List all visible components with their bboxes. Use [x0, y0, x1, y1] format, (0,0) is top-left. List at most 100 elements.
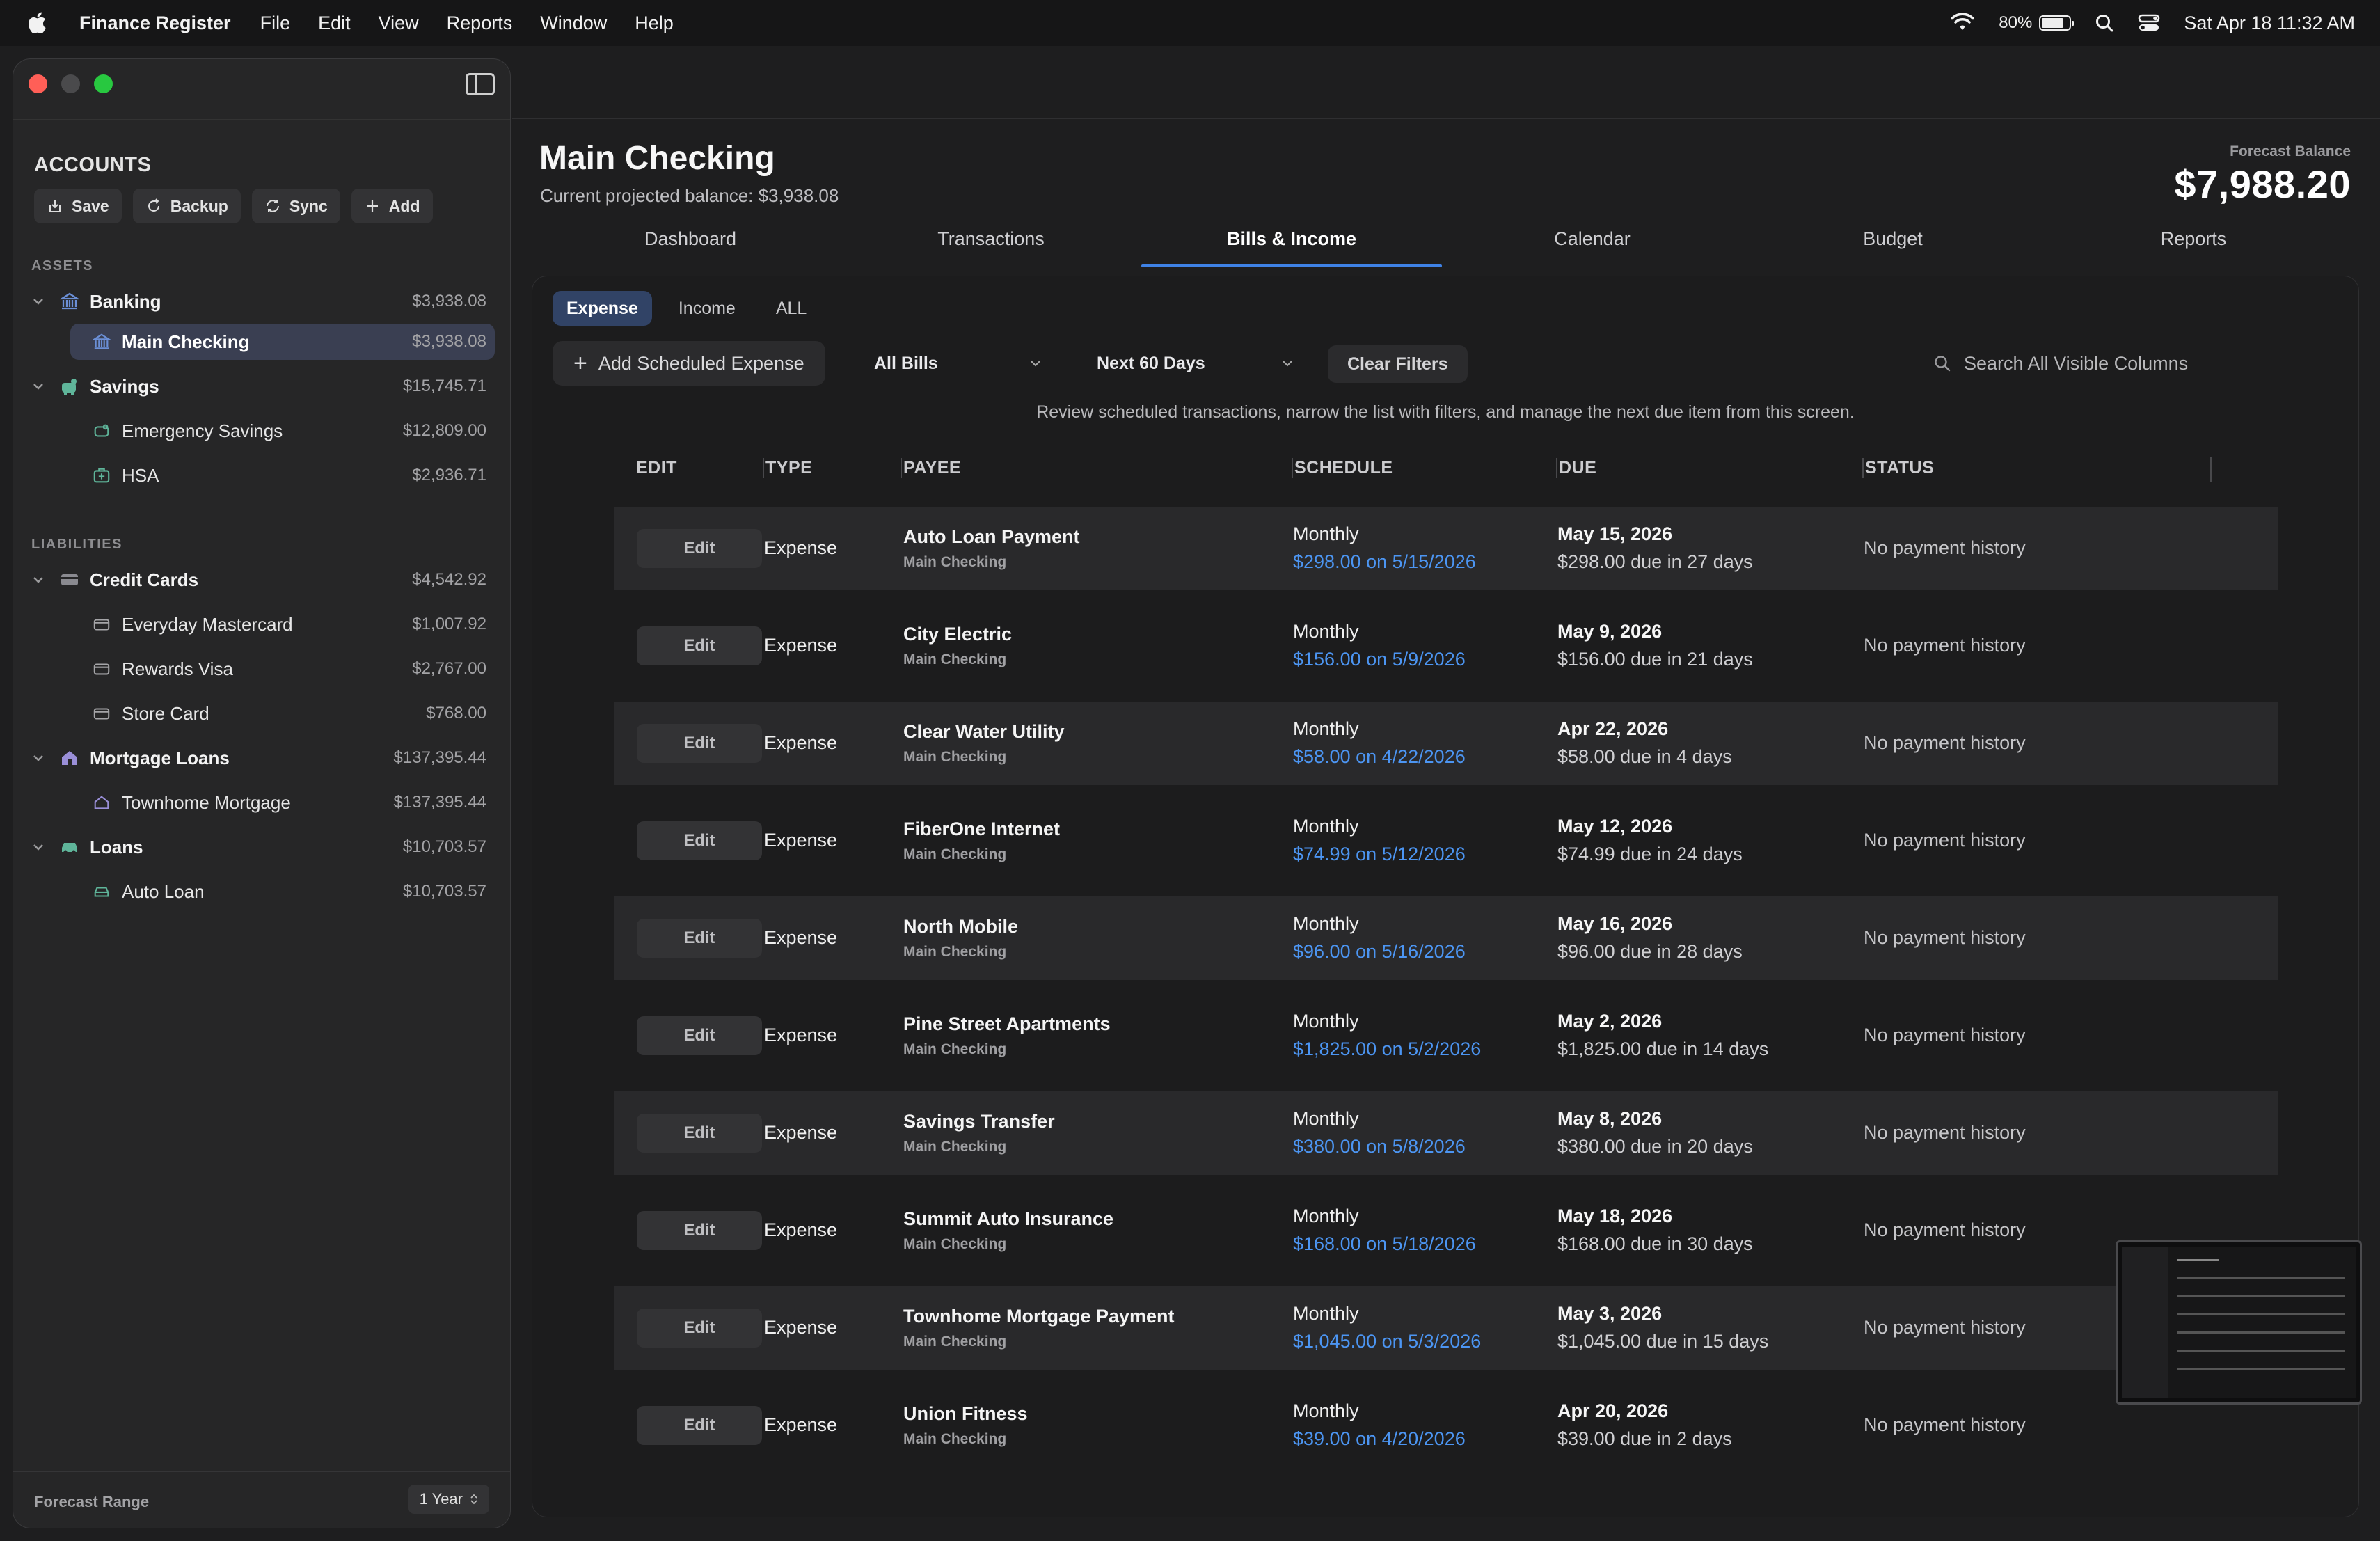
close-window-button[interactable]: [29, 74, 47, 93]
row-type: Expense: [764, 1122, 838, 1143]
edit-button[interactable]: Edit: [637, 1309, 762, 1348]
table-row[interactable]: Edit Expense North Mobile Main Checking …: [614, 896, 2278, 980]
bills-filter-select[interactable]: All Bills: [874, 341, 1041, 386]
column-header-payee[interactable]: PAYEE: [901, 458, 961, 478]
column-header-type[interactable]: TYPE: [763, 458, 812, 478]
edit-button[interactable]: Edit: [637, 1406, 762, 1445]
forecast-range-select[interactable]: 1 Year: [408, 1485, 489, 1514]
row-schedule-amount[interactable]: $298.00 on 5/15/2026: [1293, 551, 1476, 573]
row-schedule-amount[interactable]: $58.00 on 4/22/2026: [1293, 746, 1466, 768]
table-row[interactable]: Edit Expense Union Fitness Main Checking…: [614, 1384, 2278, 1467]
account-group-banking[interactable]: Banking $3,938.08: [31, 283, 495, 319]
tab-reports[interactable]: Reports: [2043, 221, 2344, 269]
thumbnail-line: [2177, 1350, 2345, 1352]
tab-transactions[interactable]: Transactions: [841, 221, 1141, 269]
edit-button[interactable]: Edit: [637, 1114, 762, 1153]
row-schedule-amount[interactable]: $96.00 on 5/16/2026: [1293, 941, 1466, 963]
menu-view[interactable]: View: [379, 13, 419, 34]
table-row[interactable]: Edit Expense FiberOne Internet Main Chec…: [614, 799, 2278, 883]
main-tabs: Dashboard Transactions Bills & Income Ca…: [540, 221, 2349, 269]
screenshot-thumbnail[interactable]: [2116, 1240, 2362, 1405]
sidebar-toggle-icon[interactable]: [466, 73, 495, 95]
clear-filters-button[interactable]: Clear Filters: [1328, 345, 1468, 383]
account-group-savings[interactable]: Savings $15,745.71: [31, 368, 495, 404]
column-header-edit[interactable]: EDIT: [636, 458, 677, 478]
tab-budget[interactable]: Budget: [1743, 221, 2043, 269]
minimize-window-button[interactable]: [61, 74, 80, 93]
menubar-clock[interactable]: Sat Apr 18 11:32 AM: [2184, 13, 2355, 34]
table-row[interactable]: Edit Expense Townhome Mortgage Payment M…: [614, 1286, 2278, 1370]
edit-button[interactable]: Edit: [637, 919, 762, 958]
account-group-name: Mortgage Loans: [90, 747, 230, 768]
account-rewards-visa[interactable]: Rewards Visa $2,767.00: [70, 651, 495, 687]
column-resize-handle[interactable]: [2210, 457, 2212, 482]
account-townhome-mortgage[interactable]: Townhome Mortgage $137,395.44: [70, 784, 495, 821]
chevron-down-icon[interactable]: [31, 750, 47, 766]
chevron-down-icon[interactable]: [31, 572, 47, 587]
menu-edit[interactable]: Edit: [318, 13, 351, 34]
edit-button[interactable]: Edit: [637, 724, 762, 763]
menu-reports[interactable]: Reports: [447, 13, 513, 34]
table-row[interactable]: Edit Expense Savings Transfer Main Check…: [614, 1091, 2278, 1175]
save-button[interactable]: Save: [34, 189, 122, 223]
chevron-down-icon[interactable]: [31, 294, 47, 309]
zoom-window-button[interactable]: [94, 74, 113, 93]
row-schedule-amount[interactable]: $74.99 on 5/12/2026: [1293, 844, 1466, 865]
plus-icon: +: [573, 349, 587, 377]
column-header-status[interactable]: STATUS: [1862, 458, 1934, 478]
control-center-icon[interactable]: [2138, 14, 2160, 32]
menu-help[interactable]: Help: [635, 13, 674, 34]
search-icon[interactable]: [2095, 13, 2114, 33]
account-name: Emergency Savings: [122, 420, 283, 441]
table-row[interactable]: Edit Expense Auto Loan Payment Main Chec…: [614, 507, 2278, 590]
add-scheduled-expense-button[interactable]: + Add Scheduled Expense: [553, 341, 825, 386]
sync-button[interactable]: Sync: [251, 189, 340, 223]
account-auto-loan[interactable]: Auto Loan $10,703.57: [70, 874, 495, 910]
column-header-schedule[interactable]: SCHEDULE: [1292, 458, 1393, 478]
account-group-credit-cards[interactable]: Credit Cards $4,542.92: [31, 562, 495, 598]
account-group-loans[interactable]: Loans $10,703.57: [31, 829, 495, 865]
chevron-down-icon[interactable]: [31, 379, 47, 394]
account-emergency-savings[interactable]: Emergency Savings $12,809.00: [70, 413, 495, 449]
account-hsa[interactable]: HSA $2,936.71: [70, 457, 495, 493]
date-range-select[interactable]: Next 60 Days: [1097, 341, 1293, 386]
account-group-mortgage-loans[interactable]: Mortgage Loans $137,395.44: [31, 740, 495, 776]
menu-window[interactable]: Window: [540, 13, 607, 34]
tab-calendar[interactable]: Calendar: [1442, 221, 1743, 269]
edit-button[interactable]: Edit: [637, 626, 762, 665]
wifi-icon[interactable]: [1950, 13, 1975, 33]
edit-button[interactable]: Edit: [637, 529, 762, 568]
row-schedule-amount[interactable]: $380.00 on 5/8/2026: [1293, 1136, 1466, 1157]
row-account: Main Checking: [903, 1139, 1007, 1155]
tab-bills-income[interactable]: Bills & Income: [1141, 221, 1442, 269]
table-row[interactable]: Edit Expense City Electric Main Checking…: [614, 604, 2278, 688]
edit-button[interactable]: Edit: [637, 821, 762, 860]
tab-dashboard[interactable]: Dashboard: [540, 221, 841, 269]
backup-button[interactable]: Backup: [132, 189, 241, 223]
menu-file[interactable]: File: [260, 13, 291, 34]
app-name-menu[interactable]: Finance Register: [79, 13, 231, 34]
row-schedule-amount[interactable]: $1,045.00 on 5/3/2026: [1293, 1331, 1481, 1352]
battery-status[interactable]: 80%: [1999, 13, 2074, 33]
table-row[interactable]: Edit Expense Pine Street Apartments Main…: [614, 994, 2278, 1077]
apple-icon[interactable]: [25, 10, 51, 36]
segment-expense[interactable]: Expense: [553, 291, 652, 326]
add-account-button[interactable]: Add: [351, 189, 433, 223]
row-schedule-amount[interactable]: $39.00 on 4/20/2026: [1293, 1428, 1466, 1450]
edit-button[interactable]: Edit: [637, 1211, 762, 1250]
chevron-down-icon[interactable]: [31, 839, 47, 855]
account-store-card[interactable]: Store Card $768.00: [70, 695, 495, 732]
segment-all[interactable]: ALL: [762, 291, 820, 326]
account-everyday-mastercard[interactable]: Everyday Mastercard $1,007.92: [70, 606, 495, 642]
account-main-checking[interactable]: Main Checking $3,938.08: [70, 324, 495, 360]
search-field[interactable]: Search All Visible Columns: [1933, 341, 2188, 386]
row-schedule-amount[interactable]: $168.00 on 5/18/2026: [1293, 1233, 1476, 1255]
row-schedule-amount[interactable]: $156.00 on 5/9/2026: [1293, 649, 1466, 670]
table-row[interactable]: Edit Expense Clear Water Utility Main Ch…: [614, 702, 2278, 785]
column-header-due[interactable]: DUE: [1556, 458, 1596, 478]
segment-income[interactable]: Income: [665, 291, 749, 326]
edit-button[interactable]: Edit: [637, 1016, 762, 1055]
table-row[interactable]: Edit Expense Summit Auto Insurance Main …: [614, 1189, 2278, 1272]
row-type: Expense: [764, 1219, 838, 1240]
row-schedule-amount[interactable]: $1,825.00 on 5/2/2026: [1293, 1038, 1481, 1060]
